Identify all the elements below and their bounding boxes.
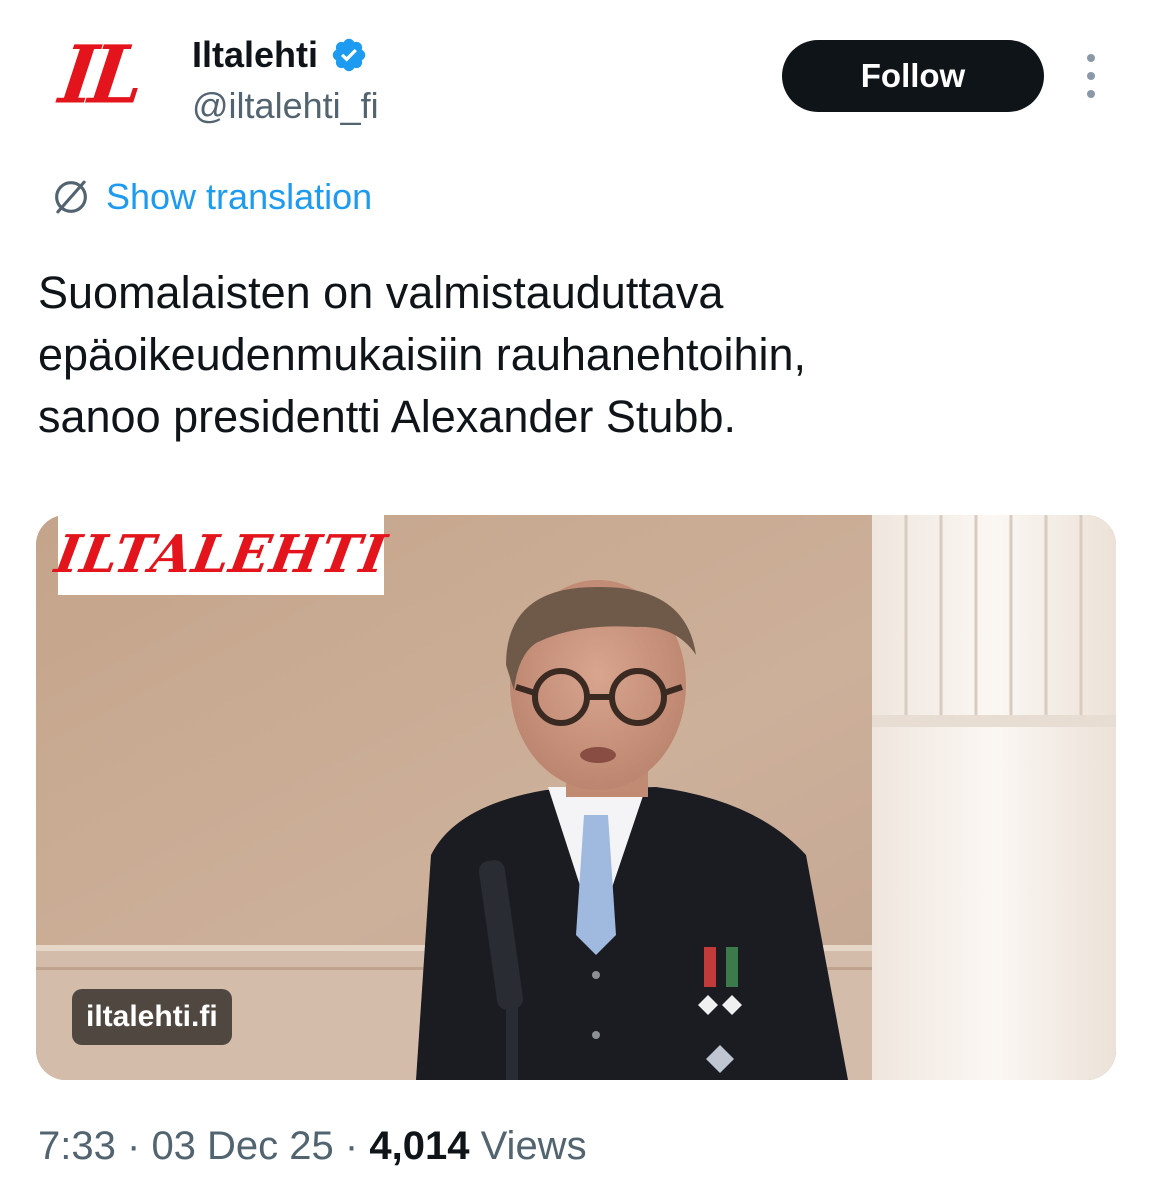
tweet-text-line: sanoo presidentti Alexander Stubb. <box>38 391 736 442</box>
follow-button[interactable]: Follow <box>782 40 1044 112</box>
views-count: 4,014 <box>369 1124 470 1168</box>
media-brand-box: ILTALEHTI <box>51 515 392 595</box>
tweet-text-line: epäoikeudenmukaisiin rauhanehtoihin, <box>38 329 807 380</box>
globe-icon <box>55 180 87 214</box>
tweet-date[interactable]: 03 Dec 25 <box>151 1124 333 1168</box>
media-domain-badge[interactable]: iltalehti.fi <box>72 989 232 1045</box>
show-translation-label: Show translation <box>106 176 373 217</box>
display-name-row: Iltalehti <box>192 36 368 74</box>
meta-separator: · <box>126 1124 141 1168</box>
tweet-meta: 7:33 · 03 Dec 25 · 4,014 Views <box>38 1126 587 1166</box>
tweet-text-line: Suomalaisten on valmistauduttava <box>38 267 724 318</box>
media-card[interactable]: ILTALEHTI iltalehti.fi <box>36 515 1116 1080</box>
display-name[interactable]: Iltalehti <box>192 37 318 73</box>
tweet-time[interactable]: 7:33 <box>38 1124 116 1168</box>
account-handle[interactable]: @iltalehti_fi <box>192 88 379 124</box>
verified-badge-icon <box>332 38 366 72</box>
tweet-text: Suomalaisten on valmistauduttava epäoike… <box>38 262 1108 448</box>
avatar-logo-text: IL <box>54 27 145 122</box>
media-brand-text: ILTALEHTI <box>50 524 392 585</box>
more-options-icon[interactable] <box>1078 54 1104 98</box>
avatar[interactable]: IL <box>44 27 154 122</box>
meta-separator: · <box>344 1124 359 1168</box>
views-label: Views <box>480 1124 587 1168</box>
show-translation-link[interactable]: Show translation <box>50 176 372 218</box>
